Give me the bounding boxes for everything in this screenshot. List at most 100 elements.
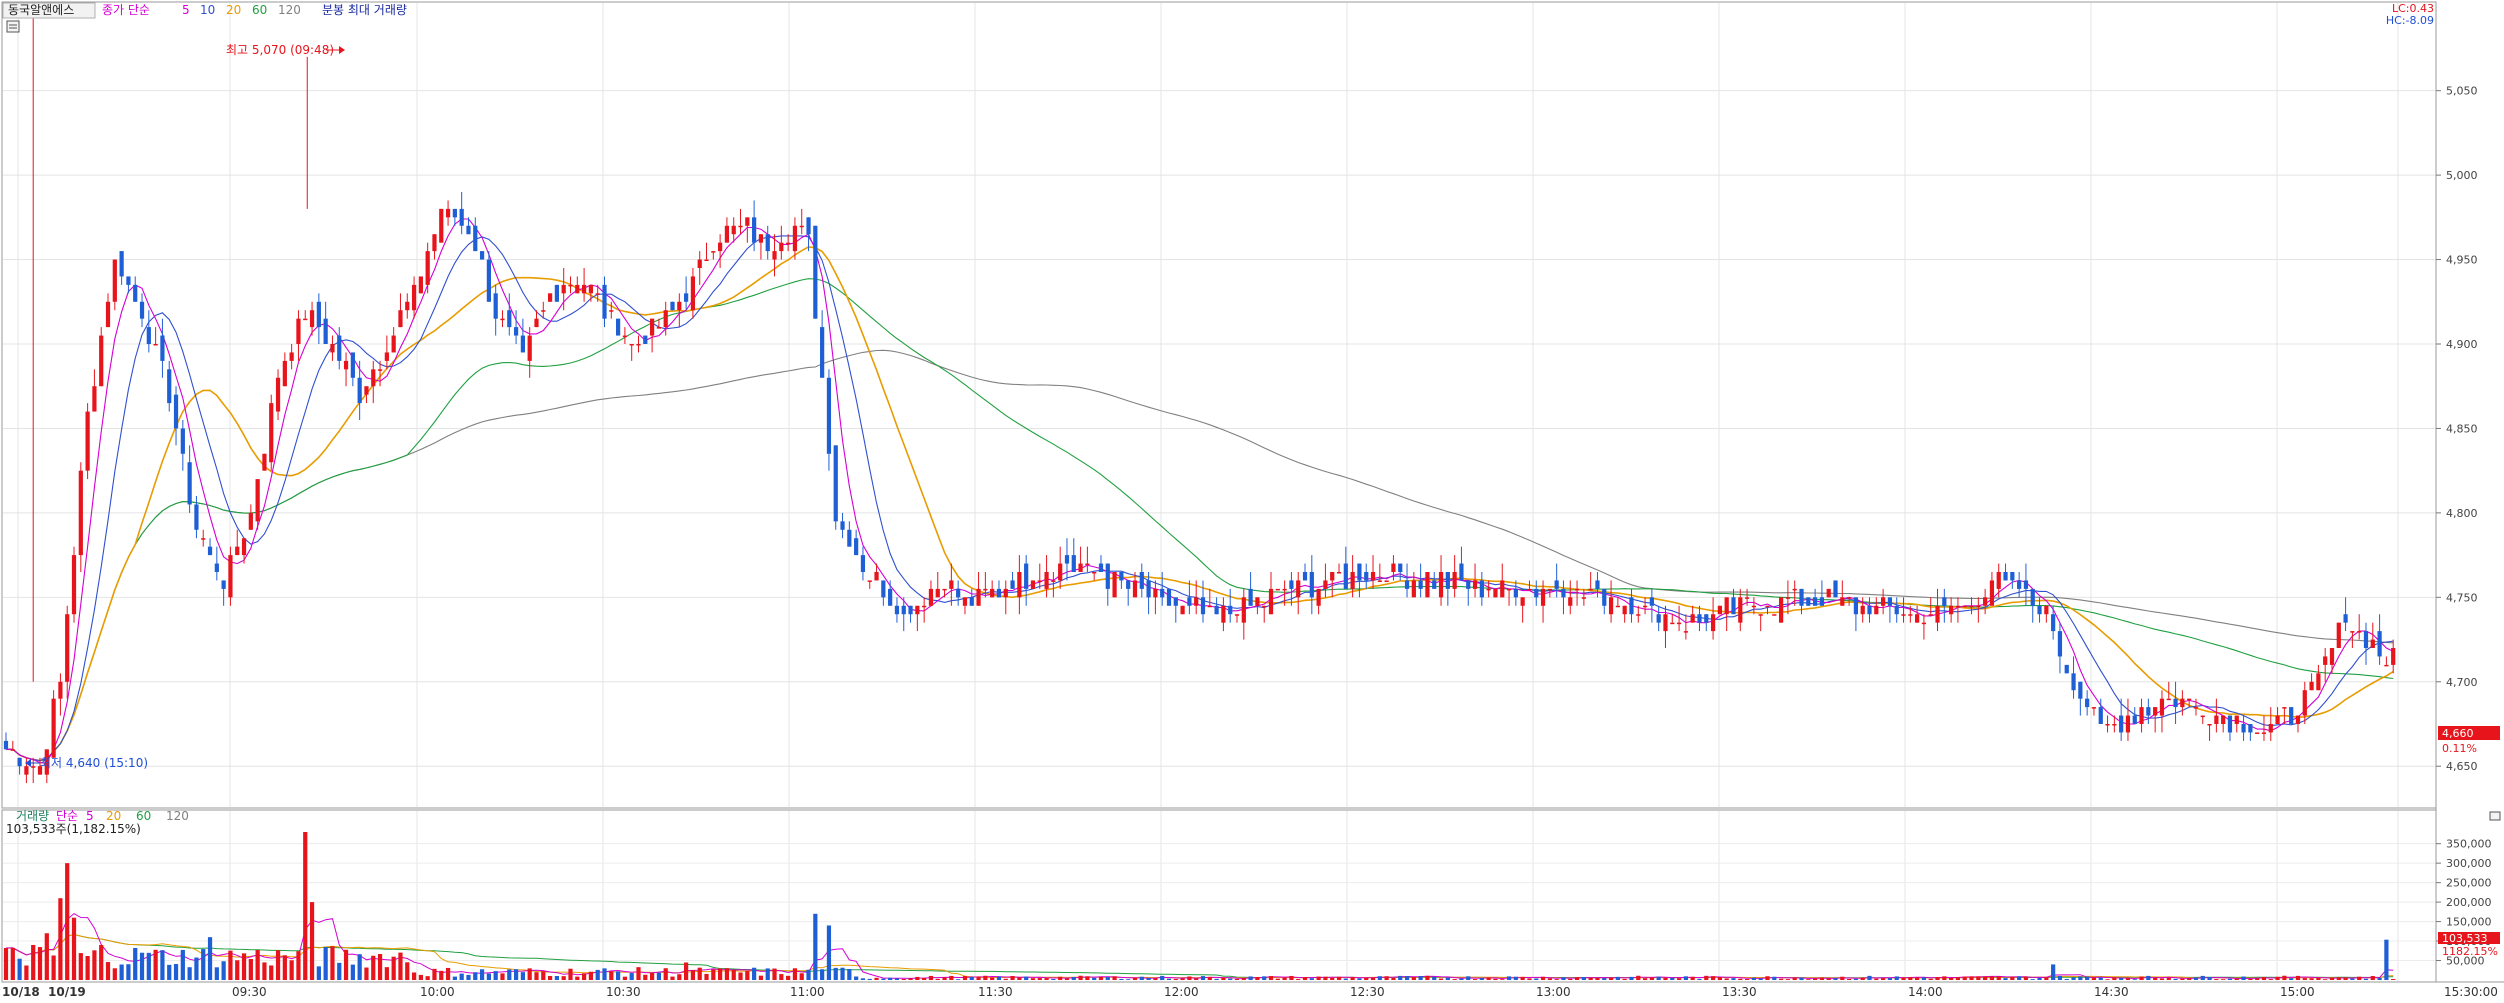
volume-bar bbox=[139, 952, 145, 980]
candle-body bbox=[2125, 715, 2131, 733]
volume-legend-item[interactable]: 단순 bbox=[56, 809, 78, 823]
candle-body bbox=[2044, 605, 2049, 615]
candle-body bbox=[167, 369, 172, 404]
volume-legend-item[interactable]: 거래량 bbox=[16, 809, 49, 823]
volume-bar bbox=[1595, 977, 1600, 980]
candle-body bbox=[643, 335, 648, 344]
volume-panel[interactable] bbox=[1, 809, 2437, 983]
candle-body bbox=[309, 310, 315, 328]
volume-bar bbox=[466, 974, 471, 980]
volume-bar bbox=[1479, 978, 1484, 980]
candle-body bbox=[1364, 572, 1369, 581]
volume-bar bbox=[1384, 976, 1389, 980]
volume-bar bbox=[942, 977, 947, 980]
candle-body bbox=[228, 555, 233, 598]
candle-body bbox=[1098, 563, 1104, 572]
panel-toggle-icon[interactable] bbox=[2489, 811, 2501, 821]
volume-bar bbox=[2214, 979, 2219, 980]
price-legend-item[interactable]: 10 bbox=[200, 3, 215, 17]
candle-body bbox=[1670, 622, 1675, 625]
volume-bar bbox=[17, 958, 22, 980]
candle-body bbox=[1486, 588, 1491, 591]
candle-body bbox=[1221, 605, 1226, 623]
candle-body bbox=[1921, 622, 1927, 625]
volume-legend-item[interactable]: 120 bbox=[166, 809, 189, 823]
time-tick-label: 11:30 bbox=[978, 985, 1013, 999]
volume-bar bbox=[1112, 976, 1117, 980]
volume-bar bbox=[629, 973, 634, 980]
candle-body bbox=[2241, 724, 2246, 733]
candle-body bbox=[1132, 580, 1138, 598]
price-legend-item[interactable]: 120 bbox=[278, 3, 301, 17]
volume-legend-item[interactable]: 60 bbox=[136, 809, 151, 823]
candle-body bbox=[1792, 588, 1797, 591]
candle-body bbox=[854, 538, 859, 556]
volume-bar bbox=[1017, 977, 1022, 980]
candle-body bbox=[820, 327, 825, 378]
price-legend-item[interactable]: 5 bbox=[182, 3, 190, 17]
candle-body bbox=[1846, 597, 1852, 599]
volume-bar bbox=[1935, 977, 1940, 980]
candle-body bbox=[1092, 572, 1097, 574]
volume-tick-label: 350,000 bbox=[2446, 838, 2492, 851]
volume-bar bbox=[1105, 977, 1110, 980]
volume-bar bbox=[1547, 978, 1552, 980]
minute-volume-label[interactable]: 분봉 최대 거래량 bbox=[322, 3, 407, 17]
candle-body bbox=[493, 293, 498, 319]
volume-bar bbox=[656, 972, 662, 980]
candle-body bbox=[990, 588, 995, 598]
price-panel[interactable] bbox=[1, 1, 2437, 809]
volume-bar bbox=[758, 975, 764, 980]
volume-bar bbox=[1411, 977, 1416, 980]
settings-icon[interactable] bbox=[6, 20, 20, 33]
candle-body bbox=[1554, 580, 1559, 589]
candle-body bbox=[554, 284, 560, 302]
volume-legend-item[interactable]: 20 bbox=[106, 809, 121, 823]
volume-bar bbox=[860, 978, 866, 980]
volume-bar bbox=[949, 975, 954, 980]
candle-body bbox=[1887, 597, 1893, 606]
volume-bar bbox=[1928, 978, 1933, 980]
volume-bar bbox=[1214, 978, 1219, 980]
stock-name[interactable]: 동국알앤에스 bbox=[8, 3, 74, 17]
candle-body bbox=[1962, 605, 1967, 608]
volume-bar bbox=[1486, 977, 1491, 980]
volume-bar bbox=[568, 968, 573, 980]
candle-body bbox=[1983, 597, 1988, 606]
volume-bar bbox=[153, 949, 158, 980]
volume-legend-item[interactable]: 5 bbox=[86, 809, 94, 823]
candle-body bbox=[1044, 572, 1049, 589]
candle-body bbox=[1744, 597, 1750, 599]
candle-body bbox=[126, 276, 131, 285]
volume-bar bbox=[1200, 976, 1206, 980]
price-legend-item[interactable]: 종가 단순 bbox=[102, 3, 150, 17]
candle-body bbox=[949, 580, 954, 589]
volume-bar bbox=[874, 977, 879, 980]
volume-bar bbox=[1404, 976, 1410, 980]
volume-bar bbox=[990, 977, 995, 980]
volume-bar bbox=[2282, 975, 2287, 980]
candle-body bbox=[303, 318, 308, 321]
price-legend-item[interactable]: 20 bbox=[226, 3, 241, 17]
volume-bar bbox=[690, 970, 696, 980]
candle-body bbox=[343, 360, 349, 370]
candle-body bbox=[622, 335, 628, 338]
candle-body bbox=[894, 605, 900, 615]
candle-body bbox=[976, 588, 981, 606]
volume-bar bbox=[1812, 978, 1818, 980]
candle-body bbox=[1078, 563, 1083, 572]
candle-body bbox=[289, 352, 294, 361]
volume-bar bbox=[384, 967, 389, 980]
candle-body bbox=[1466, 580, 1471, 589]
volume-bar bbox=[765, 968, 770, 980]
candle-body bbox=[466, 225, 471, 235]
candle-body bbox=[2017, 580, 2022, 589]
price-legend-item[interactable]: 60 bbox=[252, 3, 267, 17]
volume-bar bbox=[255, 950, 260, 980]
candle-body bbox=[1622, 605, 1627, 615]
candle-body bbox=[105, 301, 111, 328]
volume-bar bbox=[833, 967, 838, 980]
candle-body bbox=[1452, 572, 1457, 589]
candle-body bbox=[2357, 631, 2362, 633]
candle-body bbox=[928, 588, 934, 606]
